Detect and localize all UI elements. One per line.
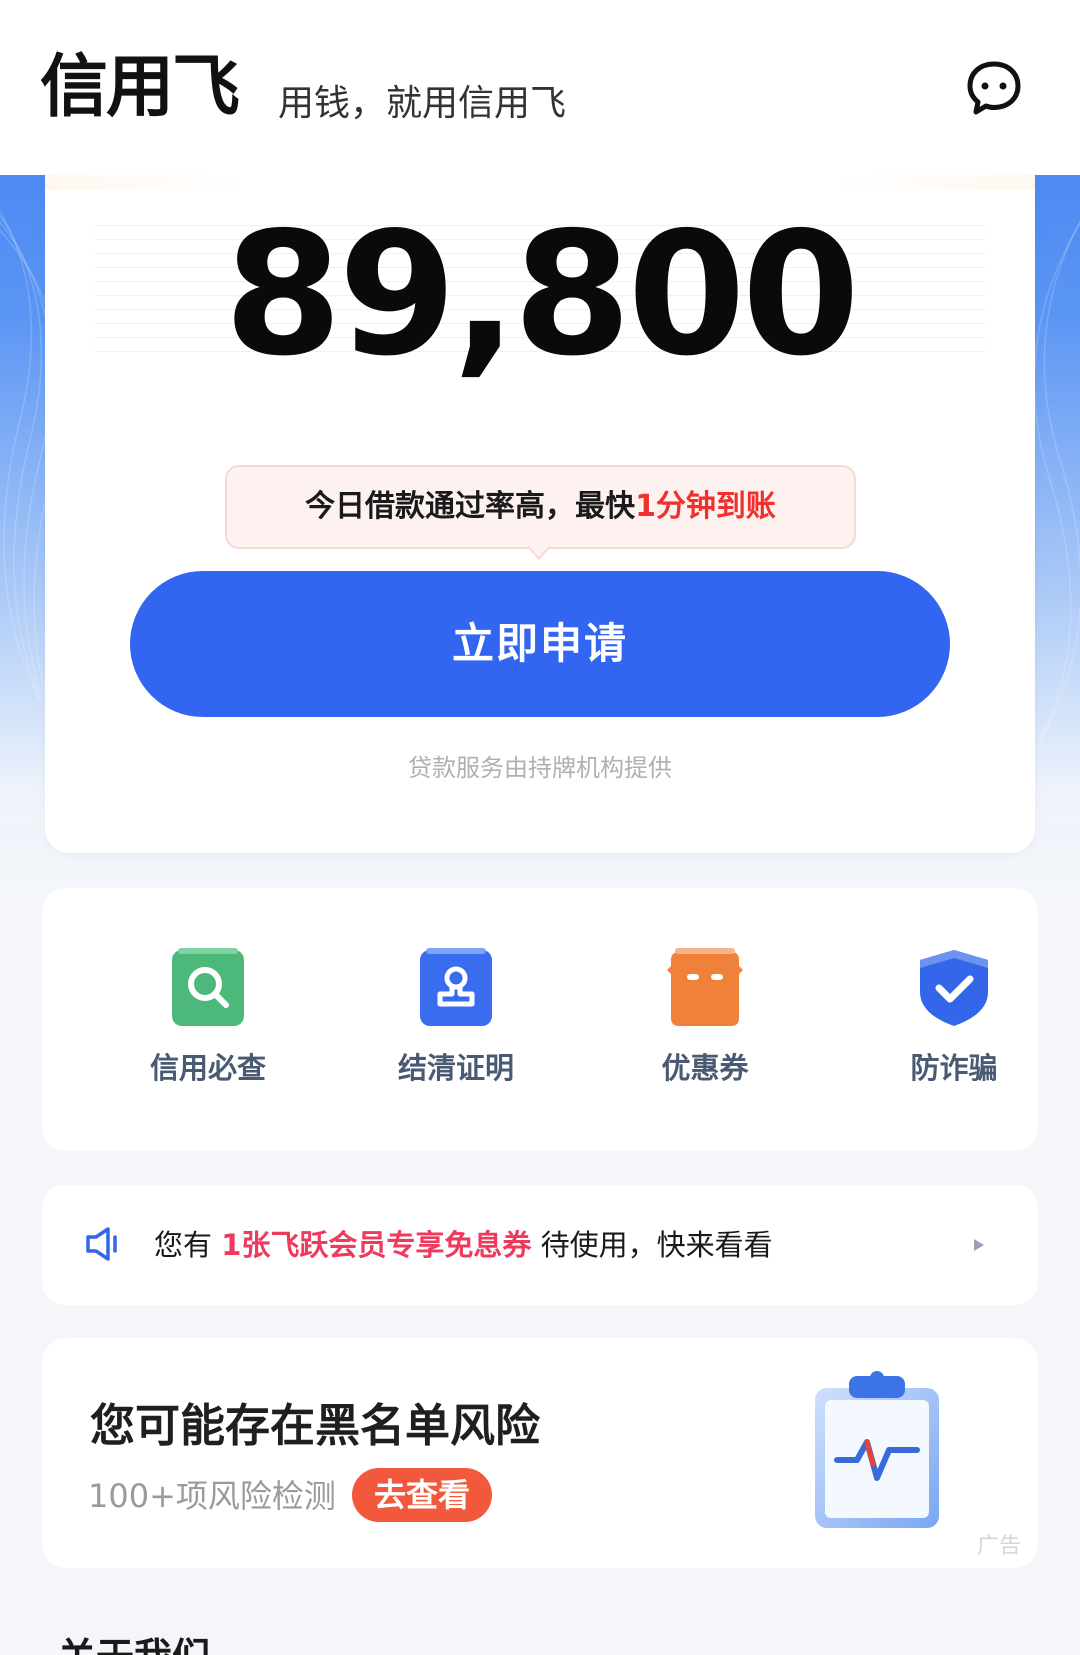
clipboard-pulse-icon: [815, 1371, 939, 1528]
feature-settlement-proof[interactable]: 结清证明: [356, 948, 556, 1088]
app-header: 信用飞 用钱，就用信用飞: [0, 0, 1080, 175]
features-card: 信用必查 结清证明 优惠券 防诈骗: [42, 888, 1038, 1151]
tip-text: 今日借款通过率高，最快: [305, 489, 636, 524]
coupon-notice-bar[interactable]: 您有 1张飞跃会员专享免息券 待使用，快来看看: [42, 1185, 1038, 1305]
feature-credit-check[interactable]: 信用必查: [108, 948, 308, 1088]
ad-tag: 广告: [977, 1534, 1022, 1559]
notice-text: 您有 1张飞跃会员专享免息券 待使用，快来看看: [154, 1185, 773, 1305]
credit-amount: 89,800: [223, 196, 860, 394]
chevron-right-icon: [974, 1239, 984, 1251]
ad-title: 您可能存在黑名单风险: [90, 1399, 541, 1452]
about-us-title: 关于我们: [58, 1632, 210, 1655]
ad-check-button[interactable]: 去查看: [352, 1468, 492, 1522]
coupon-icon: [667, 948, 743, 1026]
feature-coupons[interactable]: 优惠券: [605, 948, 805, 1088]
ad-banner[interactable]: 您可能存在黑名单风险 100+项风险检测 去查看 广告: [42, 1338, 1038, 1568]
feature-label: 防诈骗: [910, 1051, 998, 1085]
apply-now-button[interactable]: 立即申请: [130, 571, 950, 717]
credit-search-icon: [172, 948, 244, 1026]
notice-suffix: 待使用，快来看看: [531, 1228, 773, 1262]
tip-bubble: 今日借款通过率高，最快1分钟到账: [225, 465, 856, 549]
notice-prefix: 您有: [154, 1228, 222, 1262]
provider-note: 贷款服务由持牌机构提供: [408, 754, 672, 782]
feature-label: 优惠券: [661, 1051, 749, 1085]
feature-anti-fraud[interactable]: 防诈骗: [854, 948, 1054, 1088]
speaker-icon: [86, 1227, 117, 1261]
tip-highlight: 1分钟到账: [635, 489, 776, 524]
feature-label: 信用必查: [149, 1051, 266, 1085]
notice-highlight: 1张飞跃会员专享免息券: [221, 1228, 532, 1262]
tip-arrow-icon: [528, 546, 550, 560]
shield-check-icon: [920, 950, 988, 1026]
feature-label: 结清证明: [397, 1051, 514, 1085]
stamp-icon: [420, 948, 492, 1026]
brand-logo: 信用飞: [40, 48, 240, 127]
ad-subtitle: 100+项风险检测: [88, 1477, 336, 1515]
chat-bubble-icon[interactable]: [964, 58, 1024, 118]
brand-slogan: 用钱，就用信用飞: [278, 83, 567, 124]
